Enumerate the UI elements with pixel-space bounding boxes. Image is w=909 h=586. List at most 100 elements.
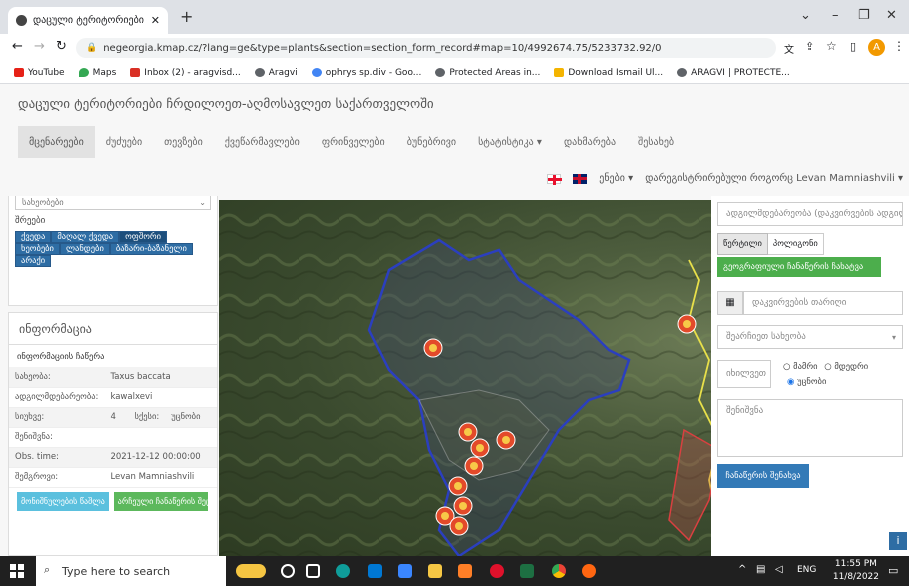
clear-selection-button[interactable]: მონიშნულების წაშლა bbox=[17, 491, 109, 511]
search-icon: ⌕ bbox=[44, 563, 51, 576]
site-title: დაცული ტერიტორიები ჩრდილოეთ-აღმოსავლეთ ს… bbox=[18, 97, 434, 112]
location-input[interactable]: ადგილმდებარეობა (დაკვირვების ადგილ bbox=[717, 202, 903, 226]
forward-icon[interactable]: → bbox=[34, 39, 45, 54]
bookmark-aragvi-protected[interactable]: ARAGVI | PROTECTE... bbox=[677, 68, 790, 78]
bookmark-gmail[interactable]: Inbox (2) - aragvisd... bbox=[130, 68, 241, 78]
species-dropdown[interactable]: შეარჩიეთ სახეობა ▾ bbox=[717, 325, 903, 349]
excel-icon[interactable] bbox=[520, 564, 534, 578]
tray-network-icon[interactable]: ▤ bbox=[756, 564, 765, 575]
layer-button-mid[interactable]: მაღალ ქვედა bbox=[51, 231, 120, 243]
minimize-icon[interactable]: – bbox=[832, 8, 839, 23]
layers-label: შრეები bbox=[15, 216, 46, 226]
bookmark-download[interactable]: Download Ismail Ul... bbox=[554, 68, 663, 78]
new-tab-icon[interactable]: + bbox=[180, 7, 193, 26]
mail-icon[interactable] bbox=[368, 564, 382, 578]
taskbar-search-input[interactable]: ⌕ Type here to search bbox=[36, 556, 226, 586]
layer-button-low[interactable]: ქვედა bbox=[15, 231, 52, 243]
edit-record-button[interactable]: არჩეული ჩანაწერის შეც bbox=[113, 491, 208, 511]
observation-marker-center bbox=[454, 482, 462, 490]
bookmarks-bar: YouTube Maps Inbox (2) - aragvisd... Ara… bbox=[0, 62, 909, 84]
tray-chevron-icon[interactable]: ^ bbox=[738, 564, 746, 575]
user-menu[interactable]: დარეგისტრირებული როგორც Levan Mamniashvi… bbox=[645, 173, 903, 184]
observation-marker-center bbox=[476, 444, 484, 452]
folder-icon bbox=[554, 68, 565, 77]
tab-search-icon[interactable]: ⌄ bbox=[800, 8, 811, 23]
nav-birds[interactable]: ფრინველები bbox=[311, 126, 396, 158]
abundance-input[interactable]: იხილვეთ bbox=[717, 360, 771, 388]
cortana-icon[interactable] bbox=[281, 564, 295, 578]
layers-panel: სახეობები ⌄ შრეები ქვედა მაღალ ქვედა ოფშორ… bbox=[8, 196, 218, 306]
radio-female[interactable]: ○ მდედრი bbox=[824, 362, 868, 372]
georgia-flag-icon[interactable] bbox=[547, 173, 563, 185]
translate-icon[interactable]: 文 bbox=[784, 41, 794, 56]
date-input[interactable]: დაკვირვების თარიღი bbox=[743, 291, 903, 315]
radio-unknown[interactable]: ◉ უცნობი bbox=[783, 375, 868, 390]
sidebar-icon[interactable]: ▯ bbox=[850, 40, 856, 53]
layer-button-offshore[interactable]: ოფშორი bbox=[119, 231, 168, 243]
menu-kebab-icon[interactable]: ⋮ bbox=[893, 39, 905, 53]
bookmark-google-search[interactable]: ophrys sp.div - Goo... bbox=[311, 68, 421, 78]
layer-button-bazari[interactable]: ბაზარი-ბაზანელი bbox=[109, 243, 193, 255]
chrome-icon[interactable] bbox=[552, 564, 566, 578]
notifications-icon[interactable]: ▭ bbox=[888, 564, 898, 577]
observation-marker-center bbox=[464, 428, 472, 436]
language-menu[interactable]: ენები ▾ bbox=[599, 173, 633, 184]
store-icon[interactable] bbox=[398, 564, 412, 578]
tab-point[interactable]: წერტილი bbox=[717, 233, 768, 255]
nav-mammals[interactable]: ძუძუები bbox=[95, 126, 153, 158]
files-icon[interactable] bbox=[428, 564, 442, 578]
activate-windows-watermark: Activate Windows Go to Settings to activ… bbox=[721, 500, 883, 524]
layer-button-lands[interactable]: ლანდები bbox=[59, 243, 110, 255]
task-view-icon[interactable] bbox=[306, 564, 320, 578]
url-text: negeorgia.kmap.cz/?lang=ge&type=plants&s… bbox=[103, 42, 662, 54]
bookmark-star-icon[interactable]: ☆ bbox=[826, 39, 837, 53]
opera-icon[interactable] bbox=[490, 564, 504, 578]
weather-icon[interactable] bbox=[236, 564, 266, 578]
tab-polygon[interactable]: პოლიგონი bbox=[767, 233, 824, 255]
draw-record-button[interactable]: გეოგრაფიული ჩანაწერის ჩახატვა bbox=[717, 257, 881, 277]
species-select[interactable]: სახეობები ⌄ bbox=[15, 196, 211, 210]
taskbar-clock[interactable]: 11:55 PM 11/8/2022 bbox=[833, 558, 879, 584]
close-tab-icon[interactable]: ✕ bbox=[151, 14, 160, 27]
bookmark-maps[interactable]: Maps bbox=[78, 68, 116, 78]
layer-button-valleys[interactable]: ხეობები bbox=[15, 243, 60, 255]
info-corner-icon[interactable]: i bbox=[889, 532, 907, 550]
bookmark-protected-areas[interactable]: Protected Areas in... bbox=[435, 68, 540, 78]
back-icon[interactable]: ← bbox=[12, 39, 23, 54]
windows-taskbar: ⌕ Type here to search ^ ▤ ◁ ENG 11:55 PM… bbox=[0, 556, 909, 586]
browser-tab[interactable]: დაცული ტერიტორიები ჩრდ ✕ bbox=[8, 7, 168, 34]
nav-statistics[interactable]: სტატისტიკა ▾ bbox=[467, 126, 553, 158]
save-record-button[interactable]: ჩანაწერის შენახვა bbox=[717, 464, 809, 488]
nav-nature[interactable]: ბუნებრივი bbox=[396, 126, 467, 158]
nav-help[interactable]: დახმარება bbox=[553, 126, 627, 158]
note-textarea[interactable]: შენიშვნა bbox=[717, 399, 903, 457]
bookmark-aragvi[interactable]: Aragvi bbox=[254, 68, 298, 78]
observation-marker-center bbox=[455, 522, 463, 530]
nav-reptiles[interactable]: ქვეწარმავლები bbox=[214, 126, 311, 158]
tray-language[interactable]: ENG bbox=[797, 565, 816, 575]
nav-plants[interactable]: მცენარეები bbox=[18, 126, 95, 158]
close-window-icon[interactable]: ✕ bbox=[886, 8, 897, 23]
share-icon[interactable]: ⇪ bbox=[805, 40, 814, 53]
address-bar[interactable]: 🔒 negeorgia.kmap.cz/?lang=ge&type=plants… bbox=[76, 38, 776, 58]
media-icon[interactable] bbox=[458, 564, 472, 578]
gmail-icon bbox=[130, 68, 141, 77]
tray-volume-icon[interactable]: ◁ bbox=[775, 564, 783, 575]
layer-button-araqi[interactable]: არაქი bbox=[15, 255, 52, 267]
bookmark-youtube[interactable]: YouTube bbox=[14, 68, 65, 78]
nav-fish[interactable]: თევზები bbox=[153, 126, 214, 158]
edge-icon[interactable] bbox=[336, 564, 350, 578]
nav-about[interactable]: შესახებ bbox=[627, 126, 685, 158]
calendar-icon[interactable]: ▦ bbox=[717, 291, 743, 315]
radio-male[interactable]: ○ მამრი bbox=[783, 362, 818, 372]
uk-flag-icon[interactable] bbox=[573, 173, 588, 184]
windows-start-icon[interactable] bbox=[10, 564, 24, 578]
observation-marker-center bbox=[429, 344, 437, 352]
firefox-icon[interactable] bbox=[582, 564, 596, 578]
reload-icon[interactable]: ↻ bbox=[56, 39, 67, 54]
geometry-tabs: წერტილი პოლიგონი bbox=[717, 233, 824, 255]
restore-icon[interactable]: ❐ bbox=[858, 8, 870, 23]
maps-pin-icon bbox=[78, 68, 89, 77]
globe-icon bbox=[254, 68, 265, 77]
profile-avatar[interactable]: A bbox=[868, 39, 885, 56]
